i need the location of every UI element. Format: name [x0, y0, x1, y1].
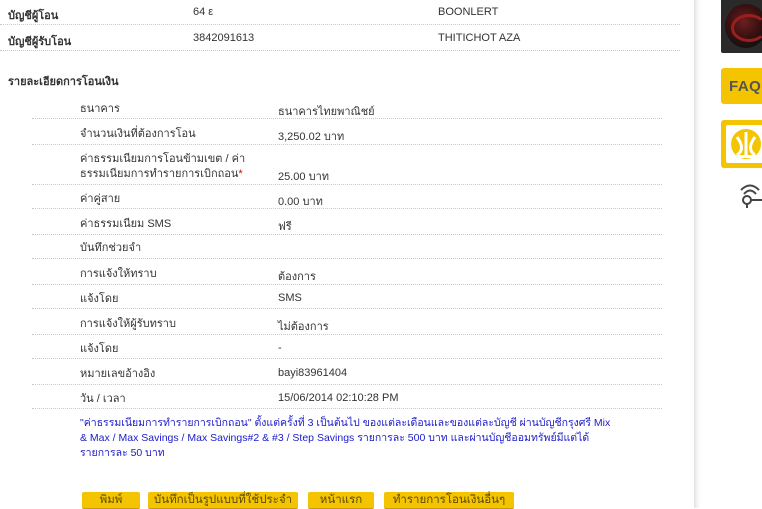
- fee-label-text: ค่าธรรมเนียมการโอนข้ามเขต / ค่าธรรมเนียม…: [80, 153, 246, 180]
- detail-label: วัน / เวลา: [80, 393, 126, 405]
- faq-label: FAQ: [729, 78, 762, 95]
- print-button[interactable]: พิมพ์: [82, 492, 140, 508]
- detail-value: -: [278, 342, 282, 354]
- detail-value: 15/06/2014 02:10:28 PM: [278, 392, 399, 404]
- detail-row-memo: บันทึกช่วยจำ: [32, 238, 662, 259]
- detail-row-reference: หมายเลขอ้างอิง bayi83961404: [32, 362, 662, 385]
- detail-row-notify-by: แจ้งโดย SMS: [32, 288, 662, 309]
- sender-account-number: 64 ε: [193, 6, 214, 18]
- sender-account-name: BOONLERT: [438, 6, 499, 18]
- detail-row-datetime: วัน / เวลา 15/06/2014 02:10:28 PM: [32, 388, 662, 409]
- detail-value: SMS: [278, 292, 302, 304]
- home-button[interactable]: หน้าแรก: [308, 492, 374, 508]
- profile-thumbnail[interactable]: [721, 0, 762, 53]
- detail-label: แจ้งโดย: [80, 293, 119, 305]
- detail-row-line-fee: ค่าคู่สาย 0.00 บาท: [32, 188, 662, 209]
- detail-label: บันทึกช่วยจำ: [80, 242, 142, 254]
- detail-row-amount: จำนวนเงินที่ต้องการโอน 3,250.02 บาท: [32, 122, 662, 145]
- faq-button[interactable]: FAQ: [721, 68, 762, 104]
- receiver-account-label: บัญชีผู้รับโอน: [8, 36, 72, 48]
- fee-note: "ค่าธรรมเนียมการทำรายการเบิกถอน" ตั้งแต่…: [80, 417, 611, 459]
- detail-value: 3,250.02 บาท: [278, 131, 345, 143]
- detail-value: ธนาคารไทยพาณิชย์: [278, 106, 375, 118]
- detail-value: ไม่ต้องการ: [278, 321, 329, 333]
- sender-account-row: บัญชีผู้โอน 64 ε BOONLERT: [0, 0, 680, 25]
- detail-label: การแจ้งให้ผู้รับทราบ: [80, 318, 176, 330]
- bank-logo-button[interactable]: [721, 120, 762, 168]
- required-mark: *: [238, 168, 243, 180]
- detail-label: จำนวนเงินที่ต้องการโอน: [80, 128, 196, 140]
- detail-row-notify-recipient: การแจ้งให้ผู้รับทราบ ไม่ต้องการ: [32, 312, 662, 335]
- detail-value: ฟรี: [278, 221, 292, 233]
- detail-value: bayi83961404: [278, 367, 348, 379]
- save-template-button[interactable]: บันทึกเป็นรูปแบบที่ใช้ประจำ: [148, 492, 298, 508]
- another-transfer-button[interactable]: ทำรายการโอนเงินอื่นๆ: [384, 492, 514, 508]
- detail-label: ค่าธรรมเนียมการโอนข้ามเขต / ค่าธรรมเนียม…: [80, 152, 270, 182]
- section-title: รายละเอียดการโอนเงิน: [8, 76, 119, 88]
- detail-label: หมายเลขอ้างอิง: [80, 368, 156, 380]
- profile-image-detail: [731, 14, 762, 42]
- main-content: บัญชีผู้โอน 64 ε BOONLERT บัญชีผู้รับโอน…: [0, 0, 694, 508]
- detail-value: 0.00 บาท: [278, 196, 323, 208]
- detail-label: ค่าธรรมเนียม SMS: [80, 218, 172, 230]
- detail-label: การแจ้งให้ทราบ: [80, 268, 157, 280]
- detail-row-fee: ค่าธรรมเนียมการโอนข้ามเขต / ค่าธรรมเนียม…: [32, 148, 662, 185]
- krungsri-logo-svg: [731, 129, 761, 159]
- detail-row-notify: การแจ้งให้ทราบ ต้องการ: [32, 262, 662, 285]
- detail-label: ค่าคู่สาย: [80, 193, 121, 205]
- detail-label: ธนาคาร: [80, 103, 120, 115]
- detail-value: ต้องการ: [278, 271, 316, 283]
- receiver-account-name: THITICHOT AZA: [438, 32, 521, 44]
- receiver-account-number: 3842091613: [193, 32, 255, 44]
- detail-row-bank: ธนาคาร ธนาคารไทยพาณิชย์: [32, 98, 662, 119]
- krungsri-logo-icon: [726, 125, 762, 163]
- detail-label: แจ้งโดย: [80, 343, 119, 355]
- sender-account-label: บัญชีผู้โอน: [8, 10, 59, 22]
- detail-row-recipient-notify-by: แจ้งโดย -: [32, 338, 662, 359]
- detail-row-sms-fee: ค่าธรรมเนียม SMS ฟรี: [32, 212, 662, 235]
- wireless-icon[interactable]: [738, 180, 762, 211]
- detail-value: 25.00 บาท: [278, 171, 329, 183]
- receiver-account-row: บัญชีผู้รับโอน 3842091613 THITICHOT AZA: [0, 26, 680, 51]
